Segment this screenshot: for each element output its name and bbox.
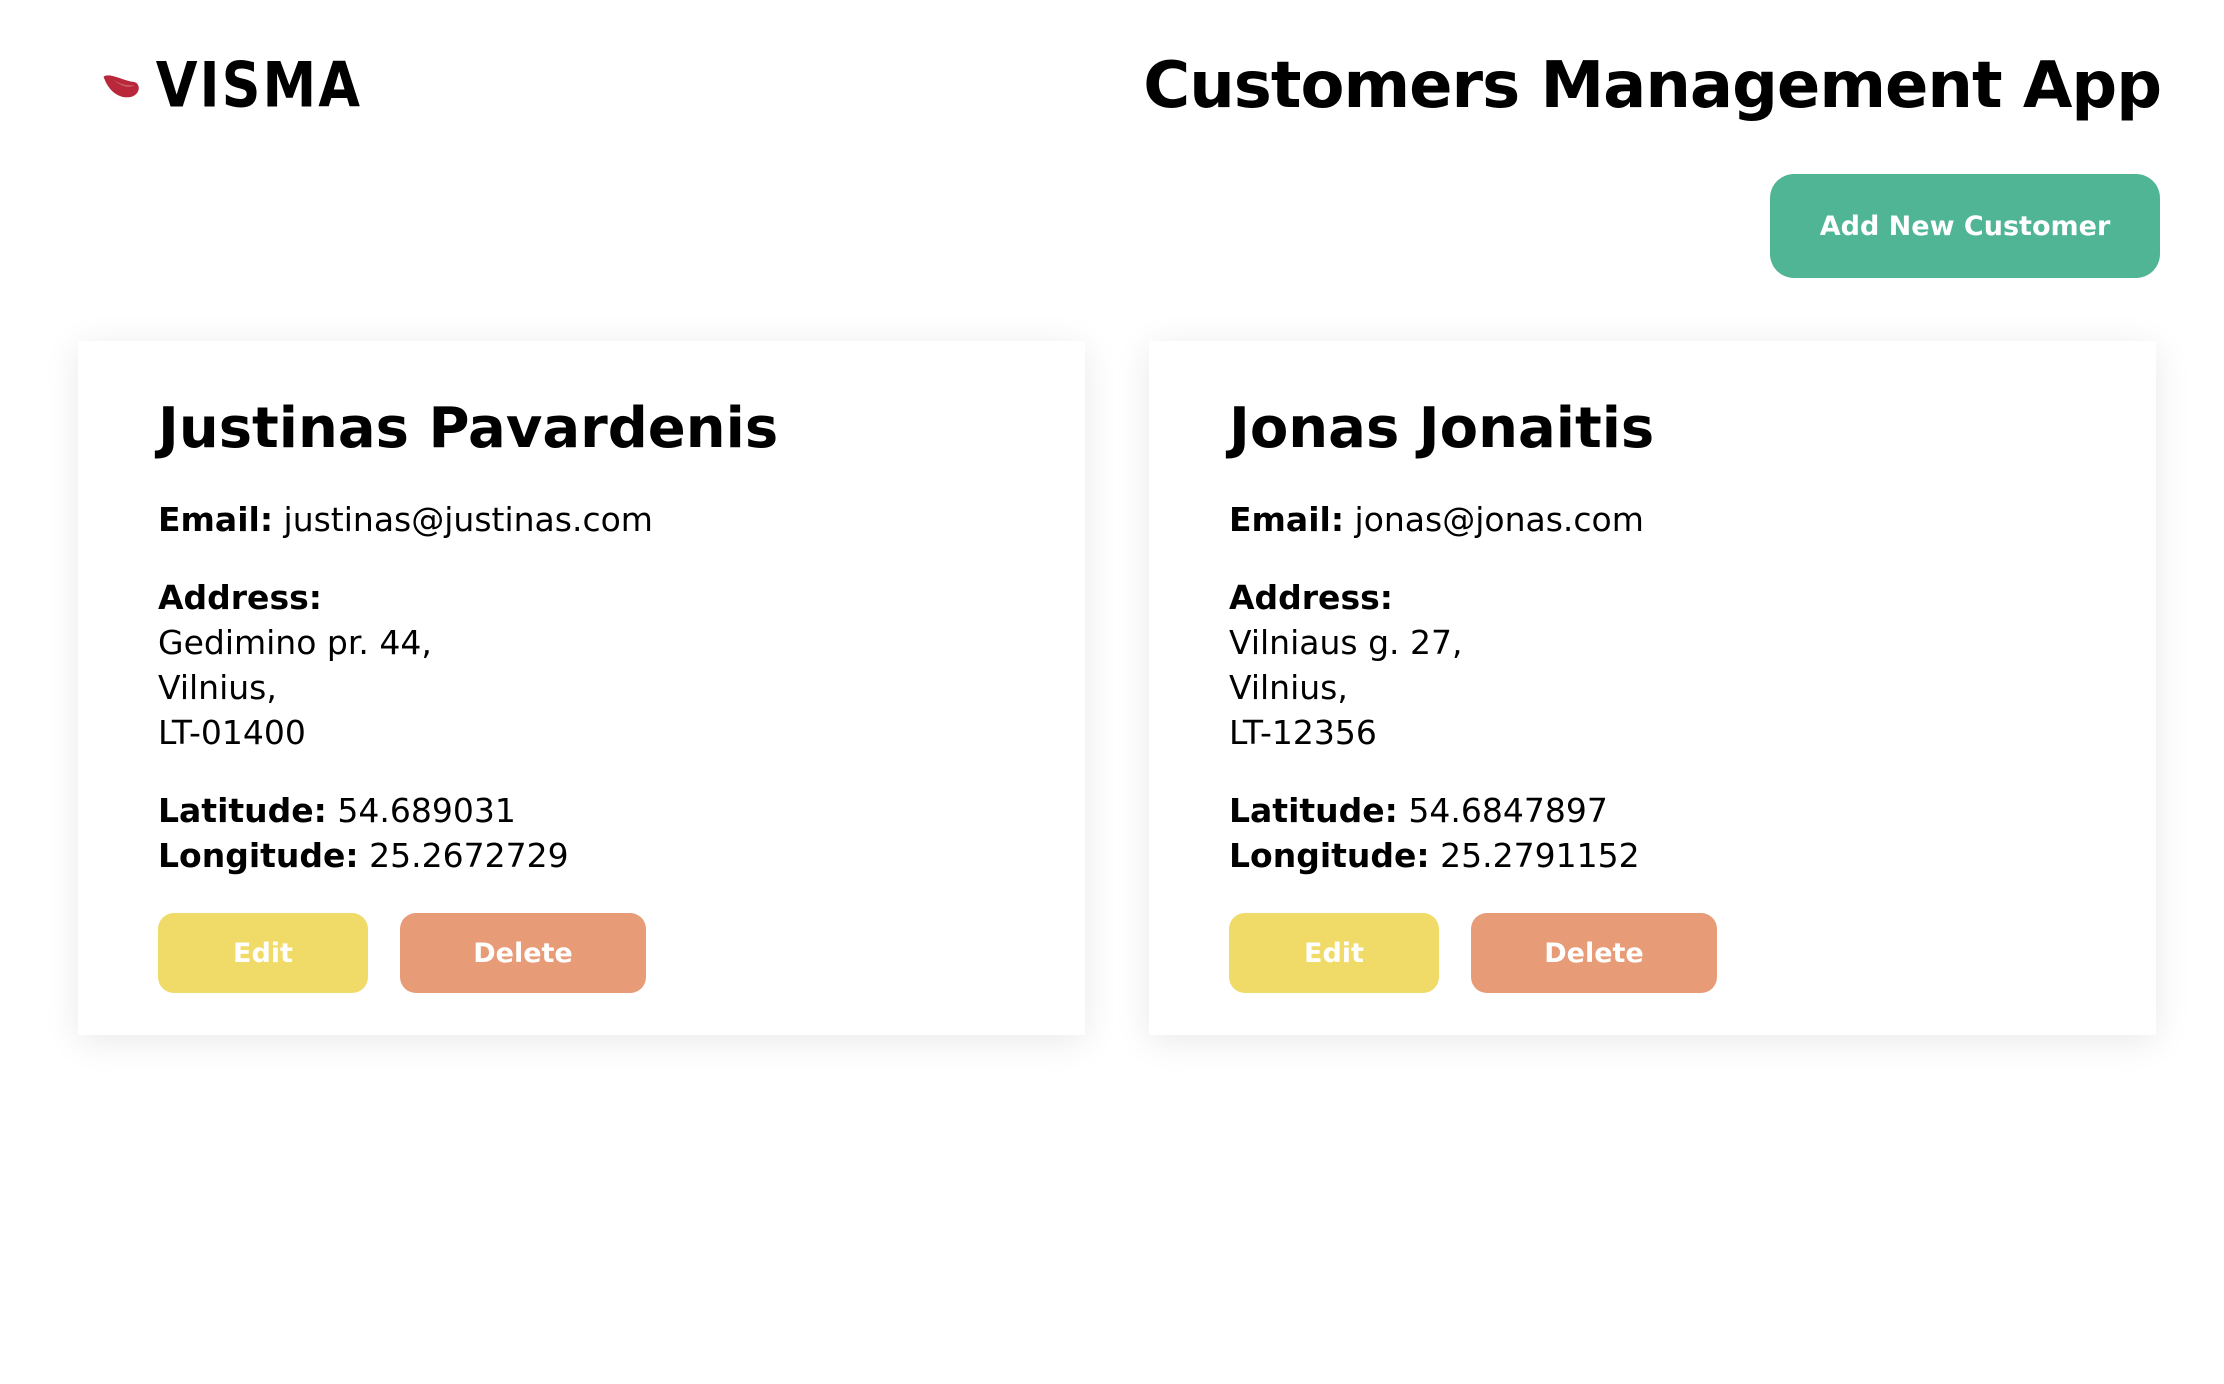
- email-value: jonas@jonas.com: [1354, 500, 1644, 539]
- delete-button[interactable]: Delete: [1471, 913, 1717, 993]
- customer-card: Jonas Jonaitis Email: jonas@jonas.com Ad…: [1149, 341, 2156, 1035]
- email-label: Email:: [158, 500, 274, 539]
- email-value: justinas@justinas.com: [283, 500, 653, 539]
- edit-button[interactable]: Edit: [1229, 913, 1439, 993]
- page-title: Customers Management App: [1143, 49, 2162, 123]
- email-line: Email: justinas@justinas.com: [158, 497, 1045, 542]
- email-label: Email:: [1229, 500, 1345, 539]
- address-label: Address:: [158, 578, 322, 617]
- latitude-label: Latitude:: [1229, 791, 1398, 830]
- latitude-value: 54.689031: [337, 791, 516, 830]
- email-line: Email: jonas@jonas.com: [1229, 497, 2116, 542]
- customer-name: Jonas Jonaitis: [1229, 396, 1655, 461]
- longitude-line: Longitude: 25.2791152: [1229, 833, 2116, 878]
- longitude-value: 25.2672729: [369, 836, 569, 875]
- visma-logo: VISMA: [102, 50, 362, 121]
- latitude-value: 54.6847897: [1408, 791, 1608, 830]
- visma-swoosh-icon: [103, 75, 139, 98]
- latitude-label: Latitude:: [158, 791, 327, 830]
- latitude-line: Latitude: 54.689031: [158, 788, 1045, 833]
- longitude-label: Longitude:: [158, 836, 359, 875]
- address-city: Vilnius,: [158, 668, 277, 707]
- card-actions: Edit Delete: [158, 913, 646, 993]
- card-actions: Edit Delete: [1229, 913, 1717, 993]
- app-header: VISMA Customers Management App: [0, 0, 2224, 180]
- address-city: Vilnius,: [1229, 668, 1348, 707]
- longitude-label: Longitude:: [1229, 836, 1430, 875]
- address-postcode: LT-01400: [158, 713, 306, 752]
- logo-text: VISMA: [155, 49, 362, 122]
- longitude-line: Longitude: 25.2672729: [158, 833, 1045, 878]
- delete-button[interactable]: Delete: [400, 913, 646, 993]
- add-new-customer-button[interactable]: Add New Customer: [1770, 174, 2160, 278]
- customer-details: Jonas Jonaitis Email: jonas@jonas.com Ad…: [1229, 391, 2116, 878]
- customer-details: Justinas Pavardenis Email: justinas@just…: [158, 391, 1045, 878]
- edit-button[interactable]: Edit: [158, 913, 368, 993]
- latitude-line: Latitude: 54.6847897: [1229, 788, 2116, 833]
- address-street: Gedimino pr. 44,: [158, 623, 432, 662]
- longitude-value: 25.2791152: [1440, 836, 1640, 875]
- address-label: Address:: [1229, 578, 1393, 617]
- address-postcode: LT-12356: [1229, 713, 1377, 752]
- customer-name: Justinas Pavardenis: [158, 396, 779, 461]
- address-street: Vilniaus g. 27,: [1229, 623, 1463, 662]
- customer-card: Justinas Pavardenis Email: justinas@just…: [78, 341, 1085, 1035]
